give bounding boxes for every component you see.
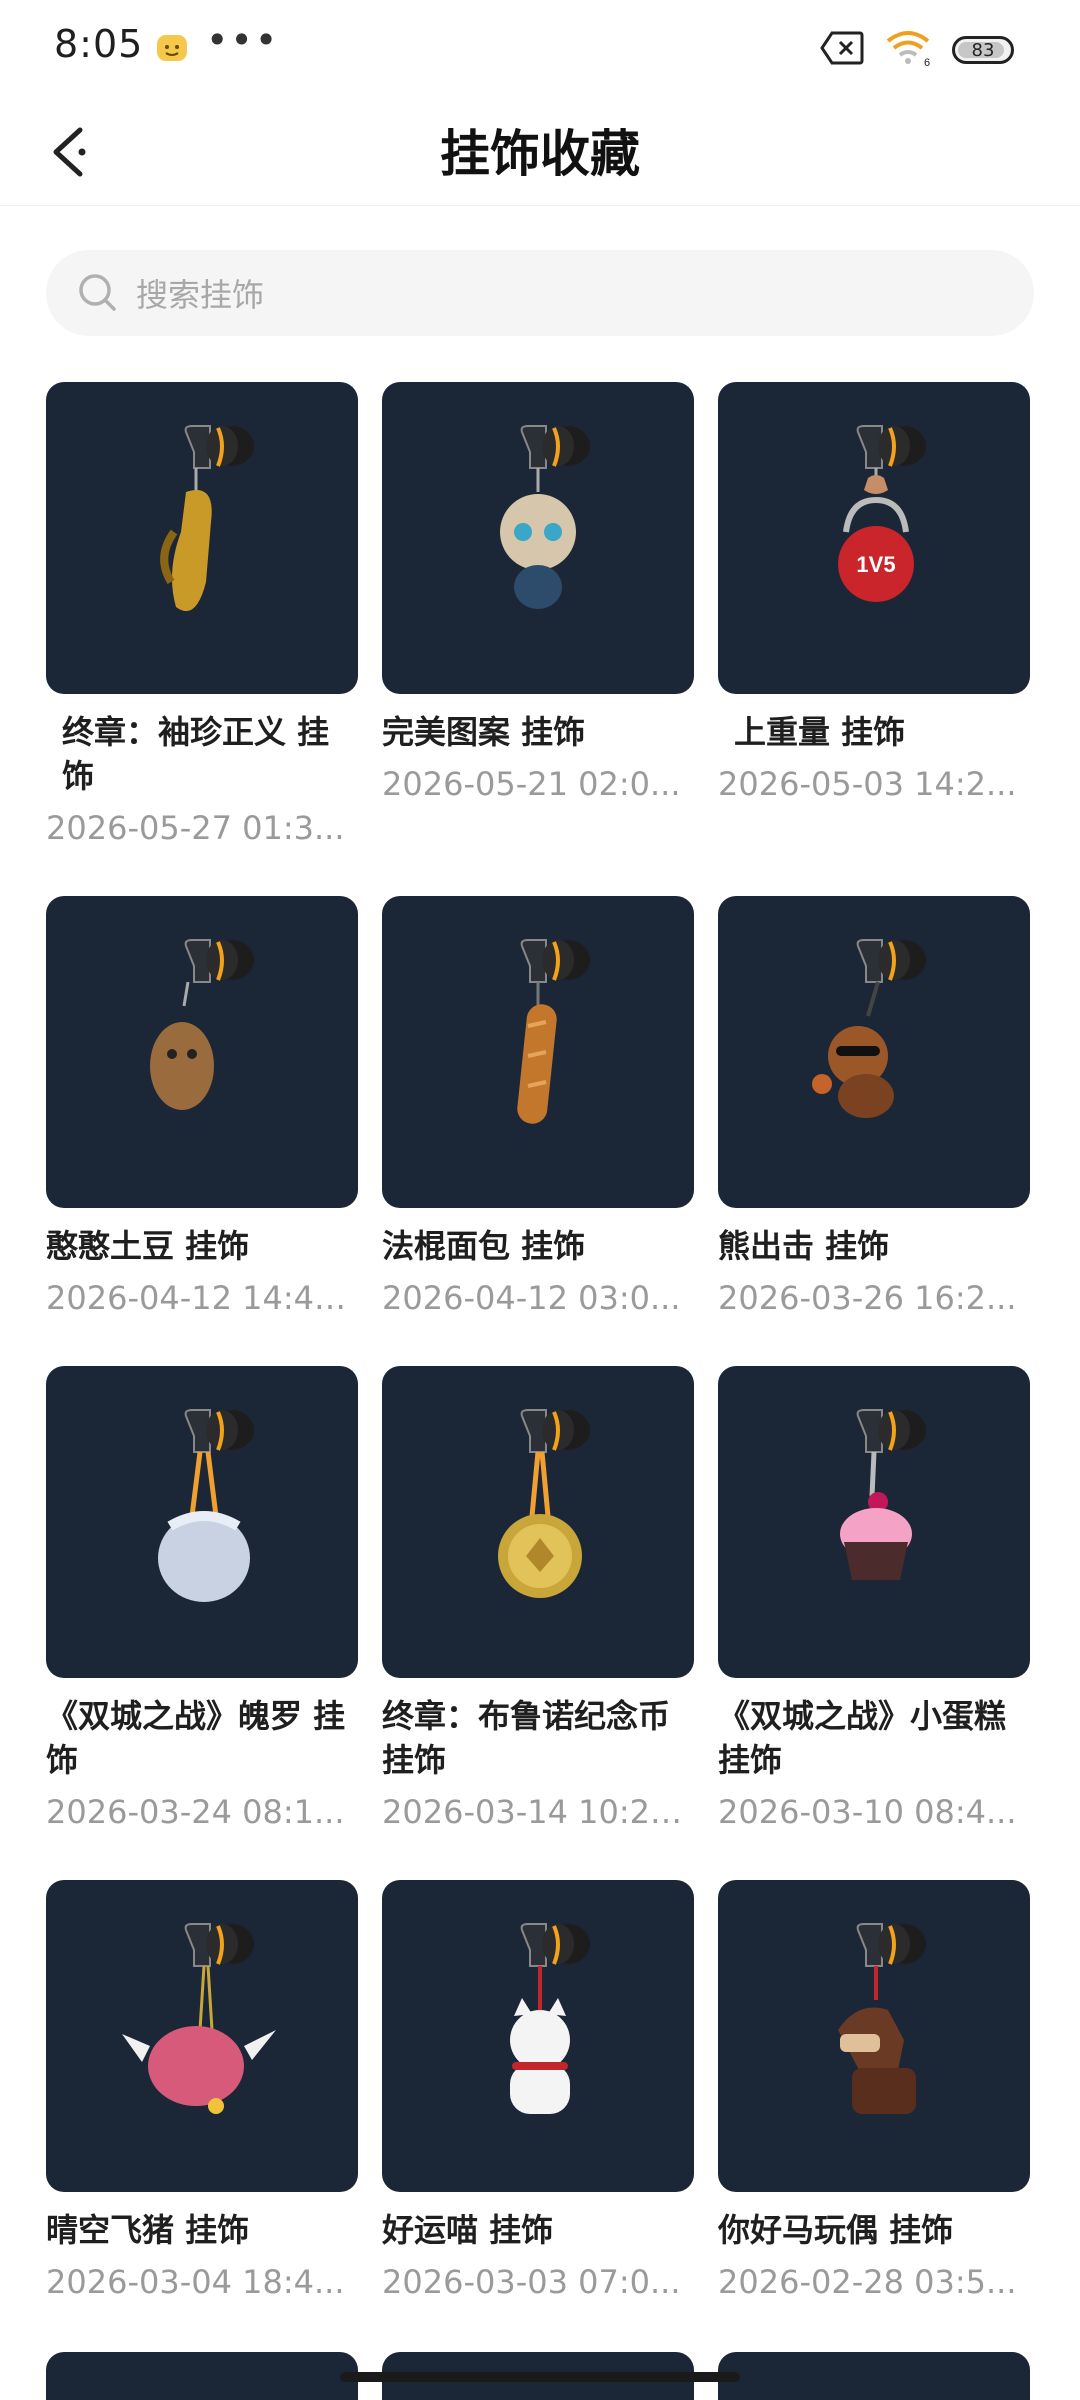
charm-thumbnail[interactable] xyxy=(718,1366,1030,1678)
charm-title: 你好马玩偶 挂饰 xyxy=(718,2211,954,2249)
charm-card[interactable]: 终章：袖珍正义 挂饰 2026-05-27 01:3... xyxy=(46,382,358,850)
charm-card[interactable]: 晴空飞猪 挂饰 2026-03-04 18:4... xyxy=(46,1880,358,2304)
charm-date: 2026-03-26 16:2... xyxy=(718,1279,1017,1317)
charm-date: 2026-03-14 10:26... xyxy=(382,1793,694,1831)
wifi-icon: 6 xyxy=(884,29,932,71)
baguette-charm-icon xyxy=(517,939,590,1124)
charm-title: 熊出击 挂饰 xyxy=(718,1227,890,1265)
charm-card[interactable]: 你好马玩偶 挂饰 2026-02-28 03:5... xyxy=(718,1880,1030,2304)
charm-card[interactable]: 终章：布鲁诺纪念币 挂饰 2026-03-14 10:26... xyxy=(382,1366,694,1834)
svg-text:6: 6 xyxy=(924,57,930,67)
charm-date: 2026-05-27 01:3... xyxy=(46,809,345,847)
bear-charm-icon xyxy=(812,939,926,1118)
partial-thumbnail[interactable] xyxy=(46,2352,358,2400)
charm-card[interactable]: 《双城之战》小蛋糕 挂饰 2026-03-10 08:4... xyxy=(718,1366,1030,1834)
charm-date: 2026-04-12 03:0... xyxy=(382,1279,681,1317)
charm-date: 2026-05-21 02:0... xyxy=(382,765,681,803)
charm-thumbnail[interactable] xyxy=(382,1880,694,2192)
charm-date: 2026-04-12 14:46... xyxy=(46,1279,358,1317)
charm-card[interactable]: 法棍面包 挂饰 2026-04-12 03:0... xyxy=(382,896,694,1320)
charm-card[interactable]: 熊出击 挂饰 2026-03-26 16:2... xyxy=(718,896,1030,1320)
horse-charm-icon xyxy=(838,1923,926,2114)
charm-card[interactable]: 好运喵 挂饰 2026-03-03 07:0... xyxy=(382,1880,694,2304)
svg-text:1V5: 1V5 xyxy=(856,552,895,577)
charm-title: 法棍面包 挂饰 xyxy=(382,1227,586,1265)
charm-title: 终章：袖珍正义 挂饰 xyxy=(62,713,330,795)
charm-card[interactable]: 憨憨土豆 挂饰 2026-04-12 14:46... xyxy=(46,896,358,1320)
mobile-data-off-icon xyxy=(820,31,864,69)
charm-date: 2026-03-03 07:0... xyxy=(382,2263,681,2301)
battery-level-text: 83 xyxy=(971,39,995,61)
charm-thumbnail[interactable] xyxy=(718,1880,1030,2192)
charm-title: 上重量 挂饰 xyxy=(734,713,906,751)
charm-title: 憨憨土豆 挂饰 xyxy=(46,1227,250,1265)
charm-date: 2026-03-24 08:1... xyxy=(46,1793,345,1831)
doll-charm-icon xyxy=(500,425,590,609)
poro-charm-icon xyxy=(158,1409,254,1602)
charm-thumbnail[interactable] xyxy=(718,896,1030,1208)
charm-date: 2026-03-04 18:4... xyxy=(46,2263,345,2301)
charm-thumbnail[interactable] xyxy=(46,1880,358,2192)
status-time: 8:05 xyxy=(54,22,144,66)
charm-thumbnail[interactable]: 1V5 xyxy=(718,382,1030,694)
charm-thumbnail[interactable] xyxy=(46,896,358,1208)
charm-title: 晴空飞猪 挂饰 xyxy=(46,2211,250,2249)
cupcake-charm-icon xyxy=(840,1409,926,1580)
status-bar: 8:05 ••• 6 83 xyxy=(0,0,1080,96)
partial-thumbnail[interactable] xyxy=(718,2352,1030,2400)
notification-app-icon xyxy=(156,34,188,62)
charm-thumbnail[interactable] xyxy=(46,382,358,694)
lucky-cat-charm-icon xyxy=(510,1923,590,2114)
charm-card[interactable]: 完美图案 挂饰 2026-05-21 02:0... xyxy=(382,382,694,806)
charm-card[interactable]: 《双城之战》魄罗 挂饰 2026-03-24 08:1... xyxy=(46,1366,358,1834)
gesture-bar[interactable] xyxy=(340,2372,740,2382)
search-placeholder: 搜索挂饰 xyxy=(136,276,265,314)
search-icon xyxy=(79,274,116,311)
charm-thumbnail[interactable] xyxy=(382,1366,694,1678)
charm-card[interactable]: 1V5 上重量 挂饰 2026-05-03 14:2... xyxy=(718,382,1030,806)
charm-date: 2026-02-28 03:5... xyxy=(718,2263,1017,2301)
kettlebell-charm-icon: 1V5 xyxy=(838,425,926,602)
charm-thumbnail[interactable] xyxy=(382,382,694,694)
charm-title: 《双城之战》小蛋糕 挂饰 xyxy=(718,1697,1007,1779)
charm-thumbnail[interactable] xyxy=(382,896,694,1208)
header: 挂饰收藏 xyxy=(0,96,1080,206)
more-notifications-icon: ••• xyxy=(206,18,280,62)
charm-title: 终章：布鲁诺纪念币 挂饰 xyxy=(382,1697,671,1779)
battery-indicator: 83 xyxy=(952,36,1014,64)
charm-title: 完美图案 挂饰 xyxy=(382,713,586,751)
search-input[interactable]: 搜索挂饰 xyxy=(46,250,1034,336)
golden-gun-charm-icon xyxy=(160,425,254,612)
charm-date: 2026-03-10 08:4... xyxy=(718,1793,1017,1831)
coin-charm-icon xyxy=(498,1409,590,1598)
charm-title: 好运喵 挂饰 xyxy=(382,2211,554,2249)
charm-title: 《双城之战》魄罗 挂饰 xyxy=(46,1697,346,1779)
charm-date: 2026-05-03 14:2... xyxy=(718,765,1017,803)
page-title: 挂饰收藏 xyxy=(440,125,640,183)
flying-pig-charm-icon xyxy=(122,1923,276,2114)
charm-thumbnail[interactable] xyxy=(46,1366,358,1678)
potato-charm-icon xyxy=(150,939,254,1110)
